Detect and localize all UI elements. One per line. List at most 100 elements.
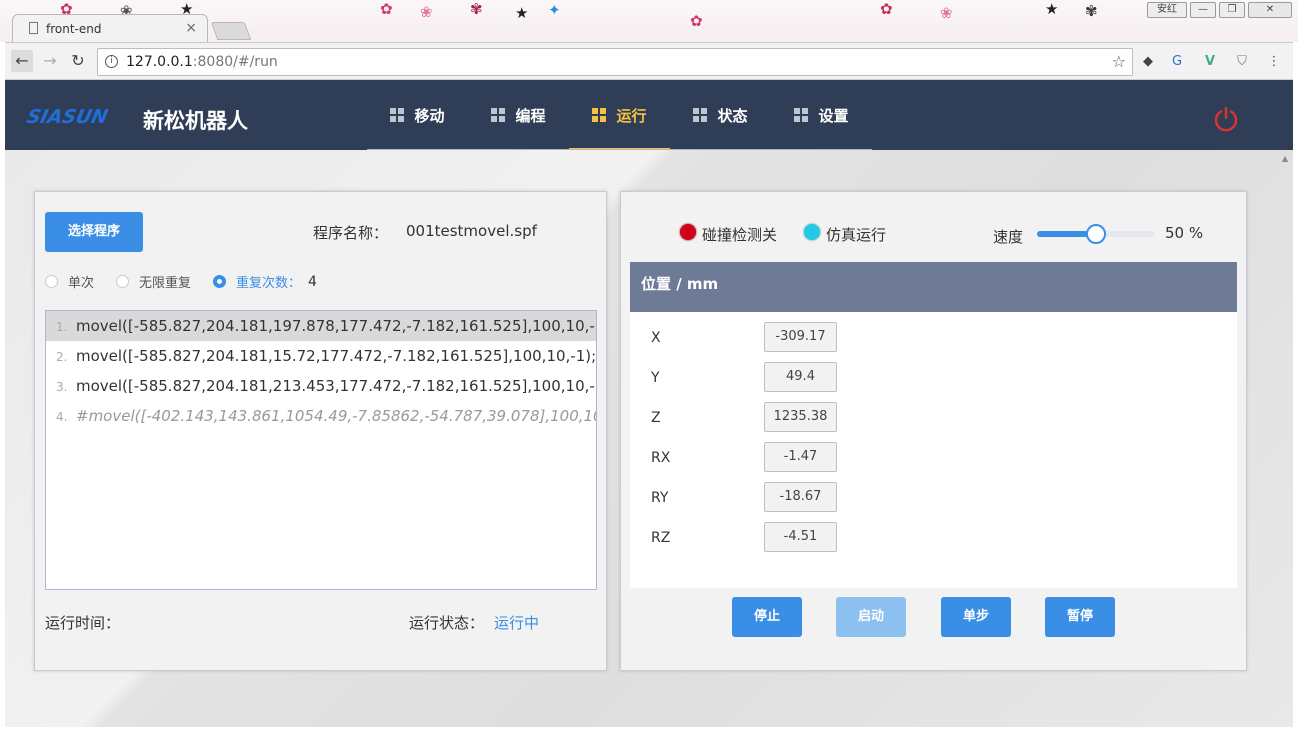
browser-menu-icon[interactable]: ⋮ xyxy=(1265,53,1283,71)
browser-tab[interactable]: front-end × xyxy=(12,14,208,42)
forward-icon[interactable]: → xyxy=(39,50,61,72)
new-tab-button[interactable] xyxy=(210,22,252,40)
nav-tab-label: 运行 xyxy=(616,106,647,125)
radio-dot-icon xyxy=(45,275,58,288)
run-status-label: 运行状态： xyxy=(409,614,485,632)
run-status-value: 运行中 xyxy=(494,614,540,632)
position-row: X -309.17 xyxy=(630,322,930,354)
browser-toolbar: ← → ↻ i 127.0.0.1:8080/#/run ☆ ◆ G V ⛉ ⋮ xyxy=(5,42,1293,80)
line-number: 3. xyxy=(56,380,68,394)
nav-tab[interactable]: 运行 xyxy=(569,80,670,150)
position-row: RZ -4.51 xyxy=(630,522,930,554)
position-axis-label: Z xyxy=(651,410,661,426)
power-icon[interactable] xyxy=(1213,106,1239,132)
browser-titlebar: ✿ ❀ ★ ✿ ❀ ✾ ★ ✦ ✿ ✿ ❀ ★ ✾ front-end × 安红… xyxy=(0,0,1298,42)
line-text: movel([-585.827,204.181,15.72,177.472,-7… xyxy=(76,347,596,365)
close-window-button[interactable]: ✕ xyxy=(1248,2,1292,18)
code-line[interactable]: 3. movel([-585.827,204.181,213.453,177.47… xyxy=(46,371,596,401)
code-line[interactable]: 1. movel([-585.827,204.181,197.878,177.47… xyxy=(46,311,596,341)
radio-label: 无限重复 xyxy=(139,276,192,291)
speed-slider[interactable] xyxy=(1037,224,1155,244)
position-axis-label: RZ xyxy=(651,530,671,546)
line-number: 4. xyxy=(56,410,68,424)
nav-tab-label: 编程 xyxy=(515,106,546,125)
address-bar[interactable]: i 127.0.0.1:8080/#/run ☆ xyxy=(97,48,1133,76)
repeat-mode-group: 单次 无限重复 重复次数： 4 xyxy=(45,272,339,291)
position-value-field: 49.4 xyxy=(764,362,837,392)
choose-program-button[interactable]: 选择程序 xyxy=(45,212,143,252)
action-button[interactable]: 单步 xyxy=(941,597,1011,637)
bookmark-star-icon[interactable]: ☆ xyxy=(1112,49,1126,75)
action-button[interactable]: 启动 xyxy=(836,597,906,637)
nav-tab-label: 移动 xyxy=(414,106,445,125)
repeat-mode-radio[interactable]: 无限重复 xyxy=(116,272,191,291)
nav-tab[interactable]: 设置 xyxy=(771,80,872,150)
line-text: #movel([-402.143,143.861,1054.49,-7.8586… xyxy=(76,407,596,425)
position-row: Z 1235.38 xyxy=(630,402,930,434)
position-value-field: -309.17 xyxy=(764,322,837,352)
star-decoration-icon: ★ xyxy=(515,4,529,22)
shield-extension-icon[interactable]: ⛉ xyxy=(1233,53,1251,71)
nav-tab-label: 设置 xyxy=(818,106,849,125)
nav-underline xyxy=(367,149,872,150)
grid-icon xyxy=(693,108,708,122)
program-panel: 选择程序 程序名称： 001testmovel.spf 单次 无限重复 重复次数： 4… xyxy=(34,191,607,671)
minimize-button[interactable]: — xyxy=(1190,2,1216,18)
radio-dot-icon xyxy=(213,275,227,288)
run-time-label: 运行时间： xyxy=(45,614,121,632)
position-axis-label: X xyxy=(651,330,661,346)
code-line[interactable]: 4. #movel([-402.143,143.861,1054.49,-7.85… xyxy=(46,401,596,431)
collision-indicator: 碰撞检测关 xyxy=(680,223,777,245)
program-code-list[interactable]: 1. movel([-585.827,204.181,197.878,177.47… xyxy=(45,310,597,590)
position-row: Y 49.4 xyxy=(630,362,930,394)
info-icon[interactable]: i xyxy=(105,55,118,68)
reload-icon[interactable]: ↻ xyxy=(67,50,89,72)
maximize-button[interactable]: ❐ xyxy=(1219,2,1245,18)
radio-label: 重复次数： xyxy=(236,276,302,291)
flower-decoration-icon: ✿ xyxy=(380,0,393,18)
radio-dot-icon xyxy=(116,275,130,288)
action-button[interactable]: 停止 xyxy=(732,597,802,637)
grid-icon xyxy=(491,108,506,122)
scroll-up-icon[interactable]: ▲ xyxy=(1282,154,1288,163)
repeat-mode-radio[interactable]: 重复次数： 4 xyxy=(213,272,317,291)
flower-decoration-icon: ✾ xyxy=(470,0,483,18)
repeat-count-value: 4 xyxy=(308,273,317,290)
nav-tab[interactable]: 移动 xyxy=(367,80,468,150)
position-value-field: -1.47 xyxy=(764,442,837,472)
repeat-mode-radio[interactable]: 单次 xyxy=(45,272,94,291)
line-number: 1. xyxy=(56,320,68,334)
nav-tab-label: 状态 xyxy=(717,106,748,125)
flower-decoration-icon: ❀ xyxy=(420,3,433,21)
position-value-field: -4.51 xyxy=(764,522,837,552)
evernote-extension-icon[interactable]: ◆ xyxy=(1139,53,1157,71)
butterfly-decoration-icon: ✦ xyxy=(548,1,561,19)
position-value-field: -18.67 xyxy=(764,482,837,512)
nav-tab[interactable]: 状态 xyxy=(670,80,771,150)
nav-tab[interactable]: 编程 xyxy=(468,80,569,150)
speed-value: 50 % xyxy=(1165,224,1204,242)
flower-decoration-icon: ✿ xyxy=(880,0,893,18)
line-text: movel([-585.827,204.181,197.878,177.472,… xyxy=(76,317,596,335)
line-number: 2. xyxy=(56,350,68,364)
speed-label: 速度 xyxy=(993,228,1024,246)
back-icon[interactable]: ← xyxy=(11,50,33,72)
program-name-value: 001testmovel.spf xyxy=(406,222,537,240)
tab-title: front-end xyxy=(46,22,102,36)
action-button[interactable]: 暂停 xyxy=(1045,597,1115,637)
control-panel: 碰撞检测关 仿真运行 速度 50 % 位置 / mm X -309.17 Y 49.4… xyxy=(620,191,1247,671)
program-name-label: 程序名称： xyxy=(313,224,389,242)
speed-slider-thumb[interactable] xyxy=(1086,224,1106,244)
profile-button[interactable]: 安红 xyxy=(1147,2,1187,18)
grid-icon xyxy=(794,108,809,122)
position-table: X -309.17 Y 49.4 Z 1235.38 RX -1.47 RY -18.67 RZ -4… xyxy=(630,312,1237,588)
flower-decoration-icon: ✿ xyxy=(690,12,703,30)
vue-devtools-icon[interactable]: V xyxy=(1201,53,1219,71)
line-text: movel([-585.827,204.181,213.453,177.472,… xyxy=(76,377,596,395)
code-line[interactable]: 2. movel([-585.827,204.181,15.72,177.472,… xyxy=(46,341,596,371)
star-decoration-icon: ★ xyxy=(1045,0,1059,18)
tab-close-icon[interactable]: × xyxy=(185,21,197,35)
position-axis-label: RY xyxy=(651,490,669,506)
translate-extension-icon[interactable]: G xyxy=(1168,53,1186,71)
url-path: :8080/#/run xyxy=(192,54,278,70)
